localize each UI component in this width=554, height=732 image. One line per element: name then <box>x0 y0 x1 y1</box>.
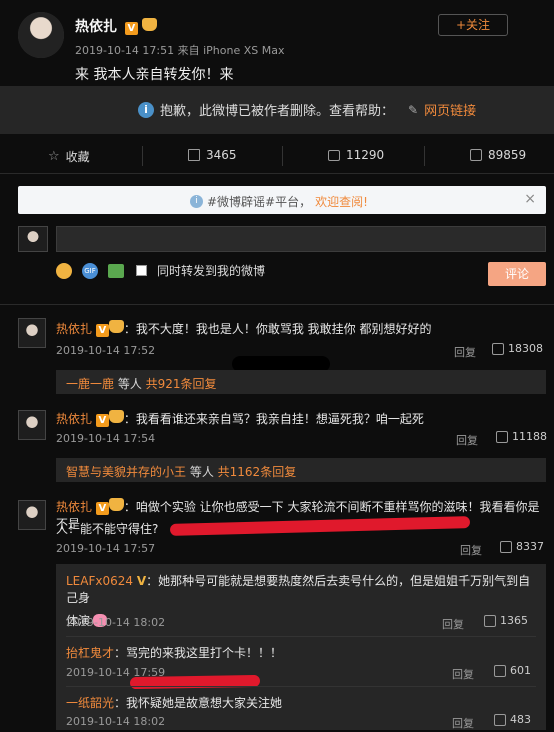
emoji-icon[interactable] <box>56 262 72 279</box>
avatar[interactable] <box>18 410 46 440</box>
thumbs-up-icon <box>492 342 504 355</box>
verified-v-icon: V <box>95 324 109 337</box>
thumbs-up-icon <box>494 713 506 726</box>
rumor-bar: i #微博辟谣#平台， 欢迎查阅! × <box>18 186 546 214</box>
thumbs-up-icon <box>494 664 506 677</box>
comment-time: 2019-10-14 17:57 <box>56 542 156 555</box>
reply-button[interactable]: 回复 <box>452 715 474 731</box>
replies-block: LEAFx0624 V：她那种号可能就是想要热度然后去卖号什么的，但是姐姐千万别… <box>56 564 546 730</box>
verified-v-icon: V <box>124 22 138 35</box>
reply-summary-middle: 等人 <box>114 377 146 391</box>
info-icon: i <box>138 101 154 118</box>
reply-item: 一纸韶光：我怀疑她是故意想大家关注她 <box>66 696 283 710</box>
repost-button[interactable]: 3465 <box>188 148 237 162</box>
username[interactable]: 热依扎 <box>75 19 117 35</box>
star-icon: ☆ <box>48 149 60 164</box>
favorite-button[interactable]: ☆ 收藏 <box>48 148 90 165</box>
reply-summary-count[interactable]: 共921条回复 <box>146 377 217 391</box>
comment-input[interactable] <box>56 226 546 252</box>
close-icon[interactable]: × <box>524 191 536 207</box>
crown-icon <box>141 18 157 31</box>
avatar[interactable] <box>18 500 46 530</box>
reply-button[interactable]: 回复 <box>456 432 478 448</box>
thumbs-up-icon <box>500 540 512 553</box>
reply-button[interactable]: 回复 <box>452 666 474 682</box>
reply-author[interactable]: 一纸韶光 <box>66 696 114 710</box>
crown-icon <box>108 410 124 423</box>
my-avatar <box>18 226 48 252</box>
post-action-bar: ☆ 收藏 3465 11290 89859 <box>0 138 554 174</box>
like-button[interactable]: 11188 <box>496 430 547 443</box>
comment-author[interactable]: 热依扎 <box>56 500 92 514</box>
deleted-notice-text: 抱歉，此微博已被作者删除。查看帮助： <box>160 104 395 119</box>
reply-text-line1: 她那种号可能就是想要热度然后去卖号什么的，但是姐姐千万别气到自己身 <box>66 574 531 605</box>
follow-button[interactable]: +关注 <box>438 14 508 36</box>
thumbs-up-icon <box>470 149 482 161</box>
reply-author[interactable]: LEAFx0624 <box>66 574 133 588</box>
comment-author[interactable]: 热依扎 <box>56 412 92 426</box>
comment-time: 2019-10-14 17:54 <box>56 432 156 445</box>
post-author[interactable]: 热依扎 V <box>75 16 157 36</box>
reply-summary-middle: 等人 <box>186 465 218 479</box>
comment-text-line2: 人！能不能守得住? <box>56 522 159 536</box>
verified-v-icon: V <box>136 574 147 588</box>
comment-author[interactable]: 热依扎 <box>56 322 92 336</box>
reply-item: 抬杠鬼才：骂完的来我这里打个卡！！！ <box>66 646 283 660</box>
webpage-link[interactable]: 网页链接 <box>424 100 476 119</box>
rumor-bar-text: #微博辟谣#平台， <box>207 195 312 209</box>
post-content: 来 我本人亲自转发你！来 <box>75 67 234 83</box>
post-time-source: 2019-10-14 17:51 来自 iPhone XS Max <box>75 44 285 57</box>
thumbs-up-icon <box>484 614 496 627</box>
reply-author[interactable]: 抬杠鬼才 <box>66 646 114 660</box>
link-icon: ✎ <box>408 102 419 117</box>
reply-summary[interactable]: 智慧与美貌并存的小王 等人 共1162条回复 <box>56 458 546 482</box>
crown-icon <box>108 498 124 511</box>
thumbs-up-icon <box>496 430 508 443</box>
avatar[interactable] <box>18 12 64 58</box>
composer-tools: GIF 同时转发到我的微博 <box>56 262 265 279</box>
gif-icon[interactable]: GIF <box>82 262 98 279</box>
reply-text: 骂完的来我这里打个卡！！！ <box>126 646 283 660</box>
reply-text: 我怀疑她是故意想大家关注她 <box>126 696 283 710</box>
crown-icon <box>108 320 124 333</box>
reply-summary-user[interactable]: 智慧与美貌并存的小王 <box>66 465 186 479</box>
reply-summary-count[interactable]: 共1162条回复 <box>218 465 297 479</box>
verified-v-icon: V <box>95 502 109 515</box>
like-button[interactable]: 8337 <box>500 540 544 553</box>
reply-summary[interactable]: 一鹿一鹿 等人 共921条回复 <box>56 370 546 394</box>
reply-button[interactable]: 回复 <box>460 542 482 558</box>
image-icon[interactable] <box>108 263 124 278</box>
repost-checkbox-label: 同时转发到我的微博 <box>157 264 266 278</box>
comment-item: 热依扎 V ：我看看谁还来亲自骂？我亲自挂！想逼死我？咱一起死 2019-10-1… <box>0 408 554 452</box>
follow-label: +关注 <box>455 18 491 32</box>
comment-text: 我看看谁还来亲自骂？我亲自挂！想逼死我？咱一起死 <box>135 412 424 426</box>
like-button[interactable]: 89859 <box>470 148 526 162</box>
like-button[interactable]: 601 <box>494 664 531 677</box>
avatar[interactable] <box>18 318 46 348</box>
repost-checkbox[interactable] <box>136 265 147 276</box>
reply-time: 2019-10-14 18:02 <box>66 616 166 629</box>
repost-icon <box>188 149 200 161</box>
like-button[interactable]: 1365 <box>484 614 528 627</box>
comment-icon <box>328 149 340 161</box>
rumor-bar-link[interactable]: 欢迎查阅! <box>315 193 368 210</box>
reply-summary-user[interactable]: 一鹿一鹿 <box>66 377 114 391</box>
comment-text: 我不大度！我也是人！你敢骂我 我敢挂你 都别想好好的 <box>135 322 432 336</box>
reply-button[interactable]: 回复 <box>442 616 464 632</box>
like-button[interactable]: 483 <box>494 713 531 726</box>
comment-count-button[interactable]: 11290 <box>328 148 384 162</box>
comment-time: 2019-10-14 17:52 <box>56 344 156 357</box>
verified-v-icon: V <box>95 414 109 427</box>
submit-comment-button[interactable]: 评论 <box>488 262 546 286</box>
reply-time: 2019-10-14 18:02 <box>66 715 166 728</box>
info-icon: i <box>190 195 203 208</box>
like-button[interactable]: 18308 <box>492 342 543 355</box>
deleted-notice-box: i 抱歉，此微博已被作者删除。查看帮助： ✎ 网页链接 <box>0 86 554 134</box>
reply-button[interactable]: 回复 <box>454 344 476 360</box>
